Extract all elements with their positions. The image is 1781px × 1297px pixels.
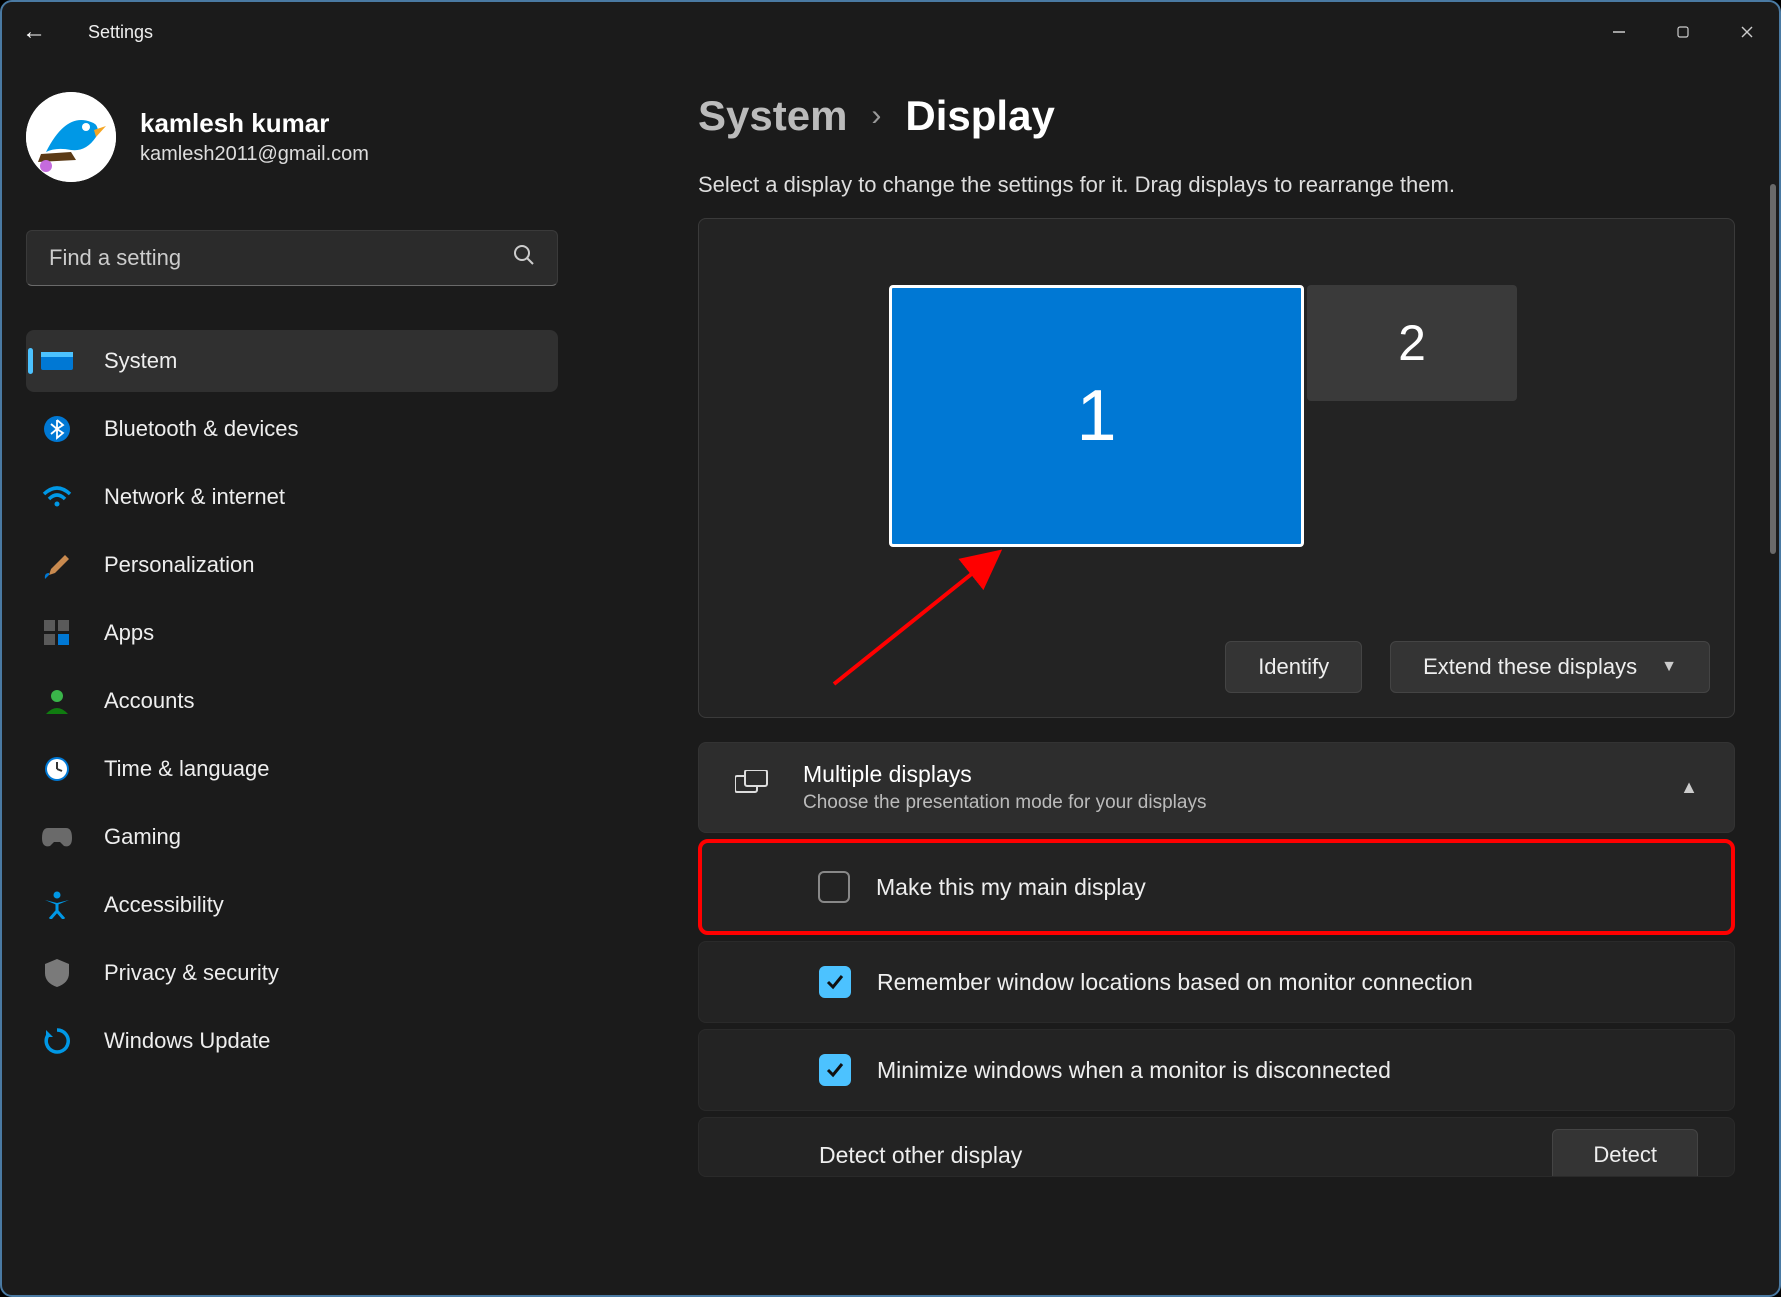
nav-item-bluetooth[interactable]: Bluetooth & devices: [26, 398, 558, 460]
remember-checkbox[interactable]: [819, 966, 851, 998]
main-display-label: Make this my main display: [876, 874, 1146, 901]
window-close-button[interactable]: [1715, 7, 1779, 57]
clock-icon: [40, 752, 74, 786]
extend-label: Extend these displays: [1423, 654, 1637, 680]
avatar: [26, 92, 116, 182]
setting-remember-locations[interactable]: Remember window locations based on monit…: [698, 941, 1735, 1023]
scrollbar[interactable]: [1770, 184, 1776, 554]
nav-item-system[interactable]: System: [26, 330, 558, 392]
chevron-down-icon: ▼: [1661, 658, 1677, 676]
window-minimize-button[interactable]: [1587, 7, 1651, 57]
brush-icon: [40, 548, 74, 582]
sidebar-nav: System Bluetooth & devices Network & int…: [26, 330, 558, 1072]
detect-button[interactable]: Detect: [1552, 1129, 1698, 1177]
multiple-displays-desc: Choose the presentation mode for your di…: [803, 792, 1646, 814]
profile-name: kamlesh kumar: [140, 108, 369, 139]
main-panel: System › Display Select a display to cha…: [582, 62, 1779, 1295]
nav-label: Accounts: [104, 688, 195, 714]
minimize-checkbox[interactable]: [819, 1054, 851, 1086]
monitor-1[interactable]: 1: [889, 285, 1304, 547]
sidebar: kamlesh kumar kamlesh2011@gmail.com Syst…: [2, 62, 582, 1295]
nav-item-accessibility[interactable]: Accessibility: [26, 874, 558, 936]
identify-button[interactable]: Identify: [1225, 641, 1362, 693]
setting-detect-display: Detect other display Detect: [698, 1117, 1735, 1177]
nav-item-privacy-security[interactable]: Privacy & security: [26, 942, 558, 1004]
wifi-icon: [40, 480, 74, 514]
shield-icon: [40, 956, 74, 990]
remember-label: Remember window locations based on monit…: [877, 969, 1473, 996]
nav-label: Windows Update: [104, 1028, 270, 1054]
setting-main-display[interactable]: Make this my main display: [698, 839, 1735, 935]
apps-icon: [40, 616, 74, 650]
chevron-right-icon: ›: [871, 99, 881, 133]
displays-icon: [735, 770, 769, 805]
monitor-1-label: 1: [1076, 375, 1116, 457]
minimize-label: Minimize windows when a monitor is disco…: [877, 1057, 1391, 1084]
nav-label: Privacy & security: [104, 960, 279, 986]
main-display-checkbox[interactable]: [818, 871, 850, 903]
nav-item-accounts[interactable]: Accounts: [26, 670, 558, 732]
multiple-displays-title: Multiple displays: [803, 761, 1646, 788]
nav-label: Apps: [104, 620, 154, 646]
identify-label: Identify: [1258, 654, 1329, 680]
search-icon: [513, 244, 535, 272]
nav-label: System: [104, 348, 177, 374]
accessibility-icon: [40, 888, 74, 922]
detect-label: Detect other display: [819, 1142, 1022, 1169]
search-box[interactable]: [26, 230, 558, 286]
window-maximize-button[interactable]: [1651, 7, 1715, 57]
breadcrumb-parent[interactable]: System: [698, 92, 847, 140]
nav-item-time-language[interactable]: Time & language: [26, 738, 558, 800]
display-subtitle: Select a display to change the settings …: [698, 172, 1735, 198]
nav-item-network[interactable]: Network & internet: [26, 466, 558, 528]
bluetooth-icon: [40, 412, 74, 446]
breadcrumb-current: Display: [905, 92, 1054, 140]
profile-block[interactable]: kamlesh kumar kamlesh2011@gmail.com: [26, 92, 558, 182]
nav-label: Network & internet: [104, 484, 285, 510]
monitor-2[interactable]: 2: [1307, 285, 1517, 401]
nav-item-apps[interactable]: Apps: [26, 602, 558, 664]
setting-minimize-disconnect[interactable]: Minimize windows when a monitor is disco…: [698, 1029, 1735, 1111]
monitor-2-label: 2: [1398, 314, 1426, 372]
system-icon: [40, 344, 74, 378]
display-arrange-box: 1 2 Identify Extend these displa: [698, 218, 1735, 718]
nav-item-gaming[interactable]: Gaming: [26, 806, 558, 868]
profile-email: kamlesh2011@gmail.com: [140, 143, 369, 166]
arrow-annotation-icon: [804, 534, 1024, 694]
nav-item-windows-update[interactable]: Windows Update: [26, 1010, 558, 1072]
back-arrow-icon[interactable]: ←: [22, 18, 46, 46]
settings-window: ← Settings: [0, 0, 1781, 1297]
chevron-up-icon: ▲: [1680, 777, 1698, 798]
app-title: Settings: [88, 22, 153, 43]
nav-label: Gaming: [104, 824, 181, 850]
nav-label: Accessibility: [104, 892, 224, 918]
update-icon: [40, 1024, 74, 1058]
nav-label: Bluetooth & devices: [104, 416, 298, 442]
nav-label: Personalization: [104, 552, 254, 578]
gamepad-icon: [40, 820, 74, 854]
titlebar: ← Settings: [2, 2, 1779, 62]
person-icon: [40, 684, 74, 718]
search-input[interactable]: [49, 245, 462, 271]
extend-displays-dropdown[interactable]: Extend these displays ▼: [1390, 641, 1710, 693]
nav-label: Time & language: [104, 756, 270, 782]
nav-item-personalization[interactable]: Personalization: [26, 534, 558, 596]
multiple-displays-expander[interactable]: Multiple displays Choose the presentatio…: [698, 742, 1735, 833]
breadcrumb: System › Display: [698, 92, 1735, 140]
